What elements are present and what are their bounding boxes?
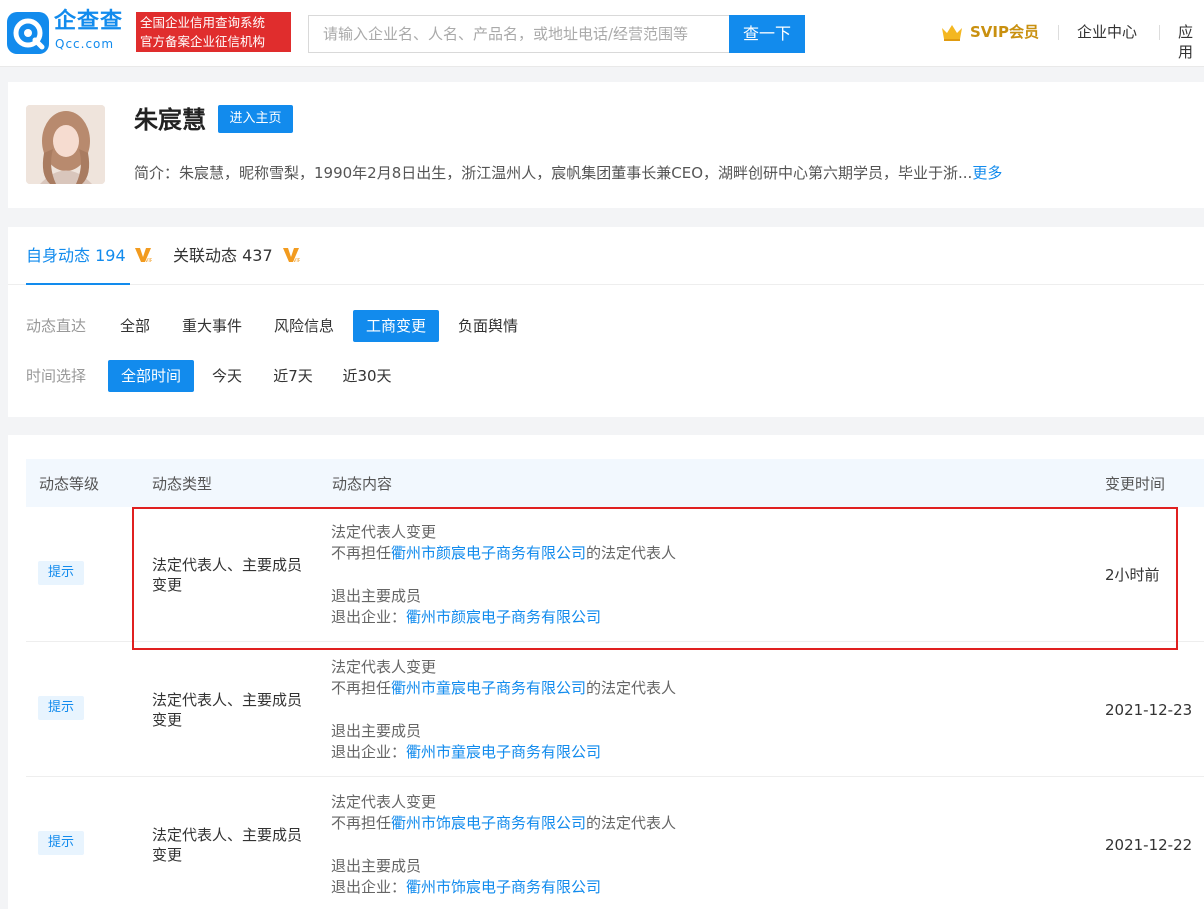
apps-link[interactable]: 应用 [1178, 22, 1204, 62]
company-link[interactable]: 衢州市童宸电子商务有限公司 [391, 679, 586, 697]
column-header-level: 动态等级 [39, 475, 100, 493]
intro-text: 简介：朱宸慧，昵称雪梨，1990年2月8日出生，浙江温州人，宸帆集团董事长兼CE… [134, 164, 973, 182]
svg-text:VIP: VIP [145, 258, 152, 264]
event-filter-label: 动态直达 [26, 317, 87, 335]
activity-type-line: 变更 [152, 846, 183, 864]
change-title: 退出主要成员 [331, 722, 422, 740]
level-badge: 提示 [38, 831, 84, 855]
change-title: 法定代表人变更 [331, 793, 437, 811]
change-time: 2021-12-22 [1105, 836, 1193, 854]
company-link[interactable]: 衢州市童宸电子商务有限公司 [406, 743, 601, 761]
level-badge: 提示 [38, 561, 84, 585]
activity-type: 法定代表人、主要成员 变更 [152, 825, 302, 865]
event-filter-risk[interactable]: 风险信息 [264, 310, 344, 342]
change-detail: 退出企业：衢州市童宸电子商务有限公司 [331, 742, 601, 762]
qcc-logo-icon[interactable] [7, 12, 49, 54]
search-input[interactable]: 请输入企业名、人名、产品名，或地址电话/经营范围等 [308, 15, 730, 53]
active-tab-indicator [26, 283, 130, 285]
search-button[interactable]: 查一下 [729, 15, 805, 53]
detail-suffix: 的法定代表人 [586, 814, 677, 832]
time-filter-30days[interactable]: 近30天 [334, 360, 400, 392]
detail-prefix: 退出企业： [331, 743, 407, 761]
avatar[interactable] [26, 105, 105, 184]
time-filter-today[interactable]: 今天 [203, 360, 251, 392]
slogan-line-2: 官方备案企业征信机构 [140, 34, 266, 49]
change-detail: 退出企业：衢州市饰宸电子商务有限公司 [331, 877, 601, 897]
crown-icon [940, 22, 964, 46]
activity-type-line: 法定代表人、主要成员 [152, 691, 303, 709]
event-filter-major[interactable]: 重大事件 [170, 310, 254, 342]
time-filter-label: 时间选择 [26, 367, 87, 385]
change-time: 2021-12-23 [1105, 701, 1193, 719]
header-divider [1058, 25, 1059, 40]
column-header-time: 变更时间 [1105, 475, 1166, 493]
company-link[interactable]: 衢州市饰宸电子商务有限公司 [406, 878, 601, 896]
slogan-line-1: 全国企业信用查询系统 [140, 15, 266, 30]
event-filter-business-change[interactable]: 工商变更 [353, 310, 439, 342]
change-title: 法定代表人变更 [331, 658, 437, 676]
event-filter-negative[interactable]: 负面舆情 [448, 310, 528, 342]
change-detail: 不再担任衢州市饰宸电子商务有限公司的法定代表人 [331, 813, 676, 833]
tab-divider [8, 284, 1204, 285]
detail-prefix: 不再担任 [331, 814, 392, 832]
more-link[interactable]: 更多 [972, 164, 1002, 182]
vip-icon: VIP [134, 246, 153, 268]
tab-related-activity[interactable]: 关联动态 437 [173, 245, 273, 267]
tab-self-activity[interactable]: 自身动态 194 [26, 245, 126, 267]
event-filter-all[interactable]: 全部 [111, 310, 159, 342]
detail-prefix: 不再担任 [331, 679, 392, 697]
svg-text:VIP: VIP [293, 258, 300, 264]
highlight-box [132, 507, 1178, 650]
slogan-badge: 全国企业信用查询系统 官方备案企业征信机构 [136, 12, 291, 52]
detail-prefix: 退出企业： [331, 878, 407, 896]
enterprise-center-link[interactable]: 企业中心 [1077, 22, 1137, 42]
activity-type: 法定代表人、主要成员 变更 [152, 690, 302, 730]
detail-suffix: 的法定代表人 [586, 679, 677, 697]
vip-icon: VIP [282, 246, 301, 268]
person-intro: 简介：朱宸慧，昵称雪梨，1990年2月8日出生，浙江温州人，宸帆集团董事长兼CE… [134, 163, 1002, 183]
change-detail: 不再担任衢州市童宸电子商务有限公司的法定代表人 [331, 678, 676, 698]
time-filter-all[interactable]: 全部时间 [108, 360, 194, 392]
enter-homepage-button[interactable]: 进入主页 [218, 105, 293, 133]
person-name: 朱宸慧 [134, 106, 206, 134]
change-title: 退出主要成员 [331, 857, 422, 875]
logo-subtext: Qcc.com [55, 37, 115, 51]
header-divider [1159, 25, 1160, 40]
column-header-content: 动态内容 [332, 475, 393, 493]
level-badge: 提示 [38, 696, 84, 720]
profile-card [8, 82, 1204, 208]
svip-member-link[interactable]: SVIP会员 [970, 22, 1039, 42]
column-header-type: 动态类型 [152, 475, 213, 493]
company-link[interactable]: 衢州市饰宸电子商务有限公司 [391, 814, 586, 832]
logo-text[interactable]: 企查查 [54, 9, 123, 35]
activity-type-line: 法定代表人、主要成员 [152, 826, 303, 844]
row-divider [26, 776, 1204, 777]
time-filter-7days[interactable]: 近7天 [262, 360, 324, 392]
activity-type-line: 变更 [152, 711, 183, 729]
